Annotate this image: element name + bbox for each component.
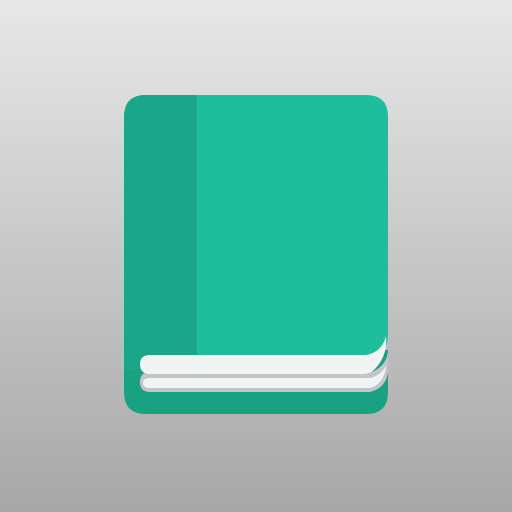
book-icon (124, 95, 388, 414)
icon-canvas (0, 0, 512, 512)
book-spine (124, 95, 197, 370)
